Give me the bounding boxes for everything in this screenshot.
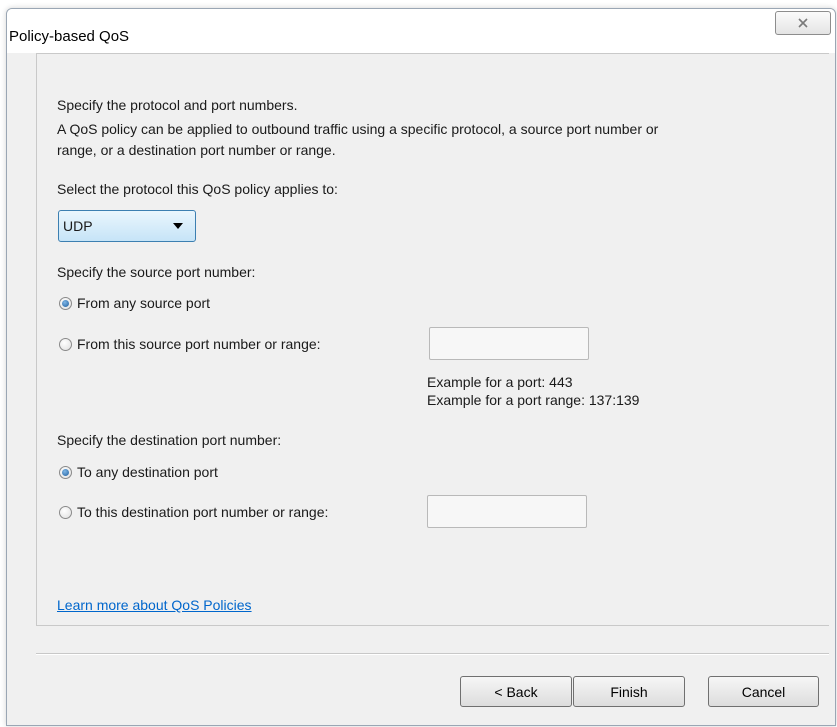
source-specific-label: From this source port number or range: — [77, 336, 321, 352]
learn-more-link[interactable]: Learn more about QoS Policies — [57, 597, 252, 613]
destination-any-radio[interactable] — [59, 465, 72, 479]
protocol-selected-value: UDP — [63, 218, 93, 234]
title-bar: Policy-based QoS — [7, 9, 835, 53]
protocol-label: Select the protocol this QoS policy appl… — [57, 181, 338, 197]
source-specific-radio[interactable] — [59, 337, 72, 351]
close-button[interactable] — [775, 11, 831, 35]
source-specific-radio-row[interactable]: From this source port number or range: — [59, 336, 321, 352]
destination-specific-label: To this destination port number or range… — [77, 504, 329, 520]
page-description-line1: A QoS policy can be applied to outbound … — [57, 121, 659, 137]
page-heading: Specify the protocol and port numbers. — [57, 97, 298, 113]
destination-port-label: Specify the destination port number: — [57, 432, 282, 448]
destination-any-radio-row[interactable]: To any destination port — [59, 464, 218, 480]
window-title: Policy-based QoS — [9, 28, 130, 45]
destination-specific-radio[interactable] — [59, 505, 72, 519]
destination-port-input[interactable] — [427, 495, 587, 528]
source-example-range: Example for a port range: 137:139 — [427, 392, 640, 408]
source-any-radio-row[interactable]: From any source port — [59, 295, 210, 311]
content-panel: Specify the protocol and port numbers. A… — [36, 53, 829, 626]
chevron-down-icon — [173, 223, 183, 229]
page-description-line2: range, or a destination port number or r… — [57, 142, 336, 158]
source-example-port: Example for a port: 443 — [427, 374, 573, 390]
source-port-label: Specify the source port number: — [57, 264, 256, 280]
destination-specific-radio-row[interactable]: To this destination port number or range… — [59, 504, 328, 520]
source-any-radio[interactable] — [59, 296, 72, 310]
source-any-label: From any source port — [77, 295, 211, 311]
protocol-dropdown[interactable]: UDP — [58, 210, 196, 242]
dialog-window: Policy-based QoS Specify the protocol an… — [6, 8, 836, 726]
source-port-input[interactable] — [429, 327, 589, 360]
close-icon — [798, 18, 808, 28]
back-button[interactable]: < Back — [460, 676, 572, 707]
cancel-button[interactable]: Cancel — [708, 676, 819, 707]
footer-divider — [36, 653, 829, 655]
destination-any-label: To any destination port — [77, 464, 218, 480]
finish-button[interactable]: Finish — [573, 676, 685, 707]
